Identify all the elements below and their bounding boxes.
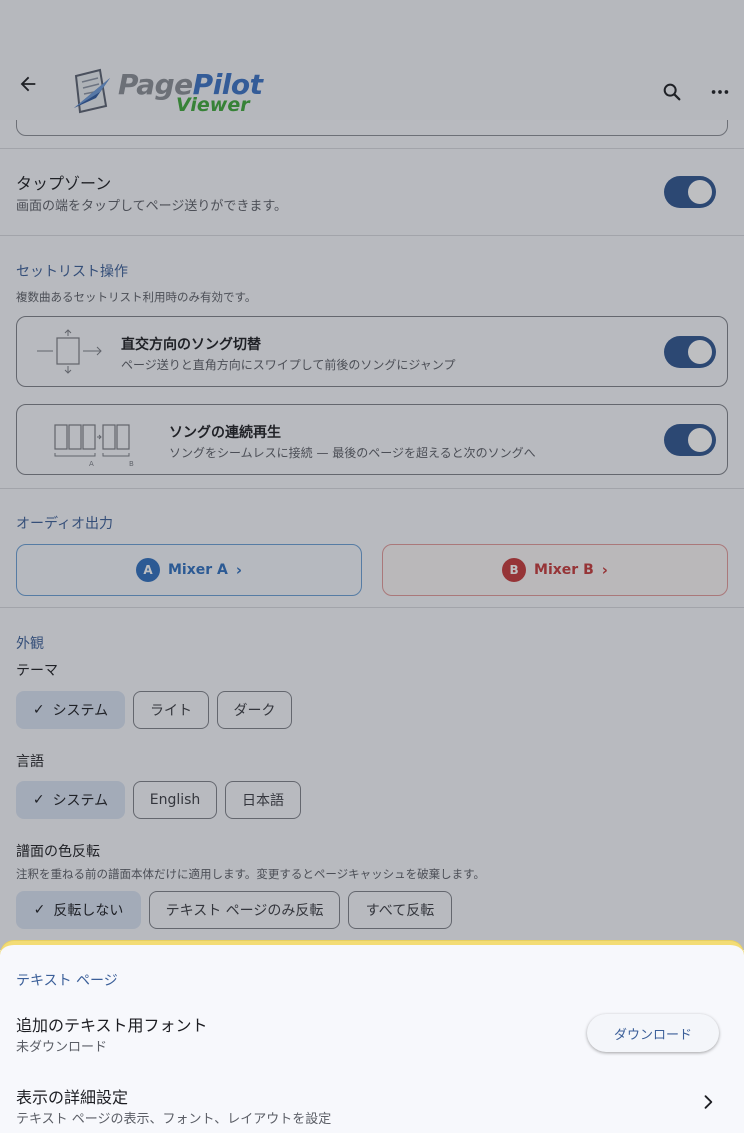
invert-label: 譜面の色反転 (16, 844, 100, 860)
settings-screen: PagePilot Viewer タップゾーン 画面の端をタップしてページ送りが… (0, 0, 744, 1133)
mixer-b-badge: B (502, 558, 527, 582)
mixer-a-badge: A (135, 558, 160, 582)
theme-label: テーマ (16, 663, 58, 679)
audio-heading: オーディオ出力 (16, 516, 114, 532)
switch-knob (688, 180, 712, 204)
download-font-button[interactable]: ダウンロード (587, 1014, 719, 1052)
logo-subtitle: Viewer (176, 94, 250, 116)
continuous-play-card[interactable]: A B ソングの連続再生 ソングをシームレスに接続 — 最後のページを超えると次… (16, 404, 728, 475)
tap-zone-subtitle: 画面の端をタップしてページ送りができます。 (16, 199, 288, 214)
check-icon: ✓ (33, 902, 46, 918)
chip-label: システム (52, 793, 109, 809)
text-page-bottom-sheet: テキスト ページ 追加のテキスト用フォント 未ダウンロード ダウンロード 表示の… (0, 941, 744, 1133)
chevron-right-icon: › (235, 561, 243, 579)
more-options-button[interactable] (700, 72, 740, 112)
switch-knob (688, 428, 712, 452)
extra-font-title: 追加のテキスト用フォント (16, 1016, 208, 1035)
search-icon (663, 83, 681, 101)
invert-chip-none[interactable]: ✓ 反転しない (16, 891, 141, 929)
extra-font-status: 未ダウンロード (16, 1040, 108, 1055)
language-chip-system[interactable]: ✓ システム (16, 781, 125, 819)
continuous-play-toggle[interactable] (664, 424, 716, 456)
card-title: ソングの連続再生 (169, 425, 281, 441)
chevron-right-icon (696, 1090, 720, 1114)
tap-zone-switch[interactable] (664, 176, 716, 208)
setlist-note: 複数曲あるセットリスト利用時のみ有効です。 (16, 290, 257, 304)
mixer-a-label: Mixer A (167, 562, 228, 578)
logo-page-icon (74, 68, 110, 114)
card-subtitle: ソングをシームレスに接続 — 最後のページを超えると次のソングへ (169, 446, 536, 460)
divider (0, 607, 744, 608)
language-label: 言語 (16, 754, 44, 770)
divider (0, 488, 744, 489)
theme-chip-light[interactable]: ライト (133, 691, 209, 729)
arrow-back-icon (20, 76, 36, 92)
mixer-b-button[interactable]: B Mixer B › (382, 544, 728, 596)
display-detail-title: 表示の詳細設定 (16, 1088, 129, 1107)
chip-label: 反転しない (53, 903, 124, 919)
theme-chip-system[interactable]: ✓ システム (16, 691, 125, 729)
check-icon: ✓ (32, 792, 45, 808)
back-button[interactable] (8, 64, 48, 104)
invert-chip-all[interactable]: すべて反転 (348, 891, 452, 929)
orthogonal-switch-toggle[interactable] (664, 336, 716, 368)
status-bar (0, 0, 744, 52)
switch-knob (688, 340, 712, 364)
chip-label: システム (52, 703, 109, 719)
tap-zone-title: タップゾーン (16, 174, 112, 193)
language-chip-english[interactable]: English (133, 781, 217, 819)
settings-list[interactable]: タップゾーン 画面の端をタップしてページ送りができます。 セットリスト操作 複数… (0, 120, 744, 950)
sheet-section-heading: テキスト ページ (16, 973, 118, 989)
app-logo: PagePilot Viewer (70, 66, 263, 116)
search-button[interactable] (652, 72, 692, 112)
mixer-a-button[interactable]: A Mixer A › (16, 544, 362, 596)
theme-chip-dark[interactable]: ダーク (217, 691, 292, 729)
setlist-heading: セットリスト操作 (16, 264, 128, 280)
diagram-label-b: B (129, 460, 134, 468)
chevron-right-icon: › (601, 561, 608, 579)
more-horizontal-icon (711, 90, 729, 94)
check-icon: ✓ (32, 702, 45, 718)
display-detail-subtitle: テキスト ページの表示、フォント、レイアウトを設定 (16, 1112, 332, 1127)
divider (0, 235, 744, 236)
appearance-heading: 外観 (16, 636, 44, 652)
card-subtitle: ページ送りと直角方向にスワイプして前後のソングにジャンプ (121, 358, 456, 372)
previous-card (16, 120, 728, 136)
invert-chip-text-pages[interactable]: テキスト ページのみ反転 (149, 891, 340, 929)
orthogonal-switch-card[interactable]: 直交方向のソング切替 ページ送りと直角方向にスワイプして前後のソングにジャンプ (16, 316, 728, 387)
card-title: 直交方向のソング切替 (121, 337, 261, 353)
language-chip-japanese[interactable]: 日本語 (225, 781, 301, 819)
app-bar: PagePilot Viewer (0, 52, 744, 120)
diagram-label-a: A (89, 460, 94, 468)
divider (0, 148, 744, 149)
continuous-play-icon (54, 424, 130, 457)
display-detail-row[interactable]: 表示の詳細設定 テキスト ページの表示、フォント、レイアウトを設定 (0, 1073, 744, 1133)
mixer-b-label: Mixer B (534, 562, 594, 578)
orthogonal-swipe-icon (37, 329, 102, 374)
invert-note: 注釈を重ねる前の譜面本体だけに適用します。変更するとページキャッシュを破棄します… (16, 867, 485, 881)
